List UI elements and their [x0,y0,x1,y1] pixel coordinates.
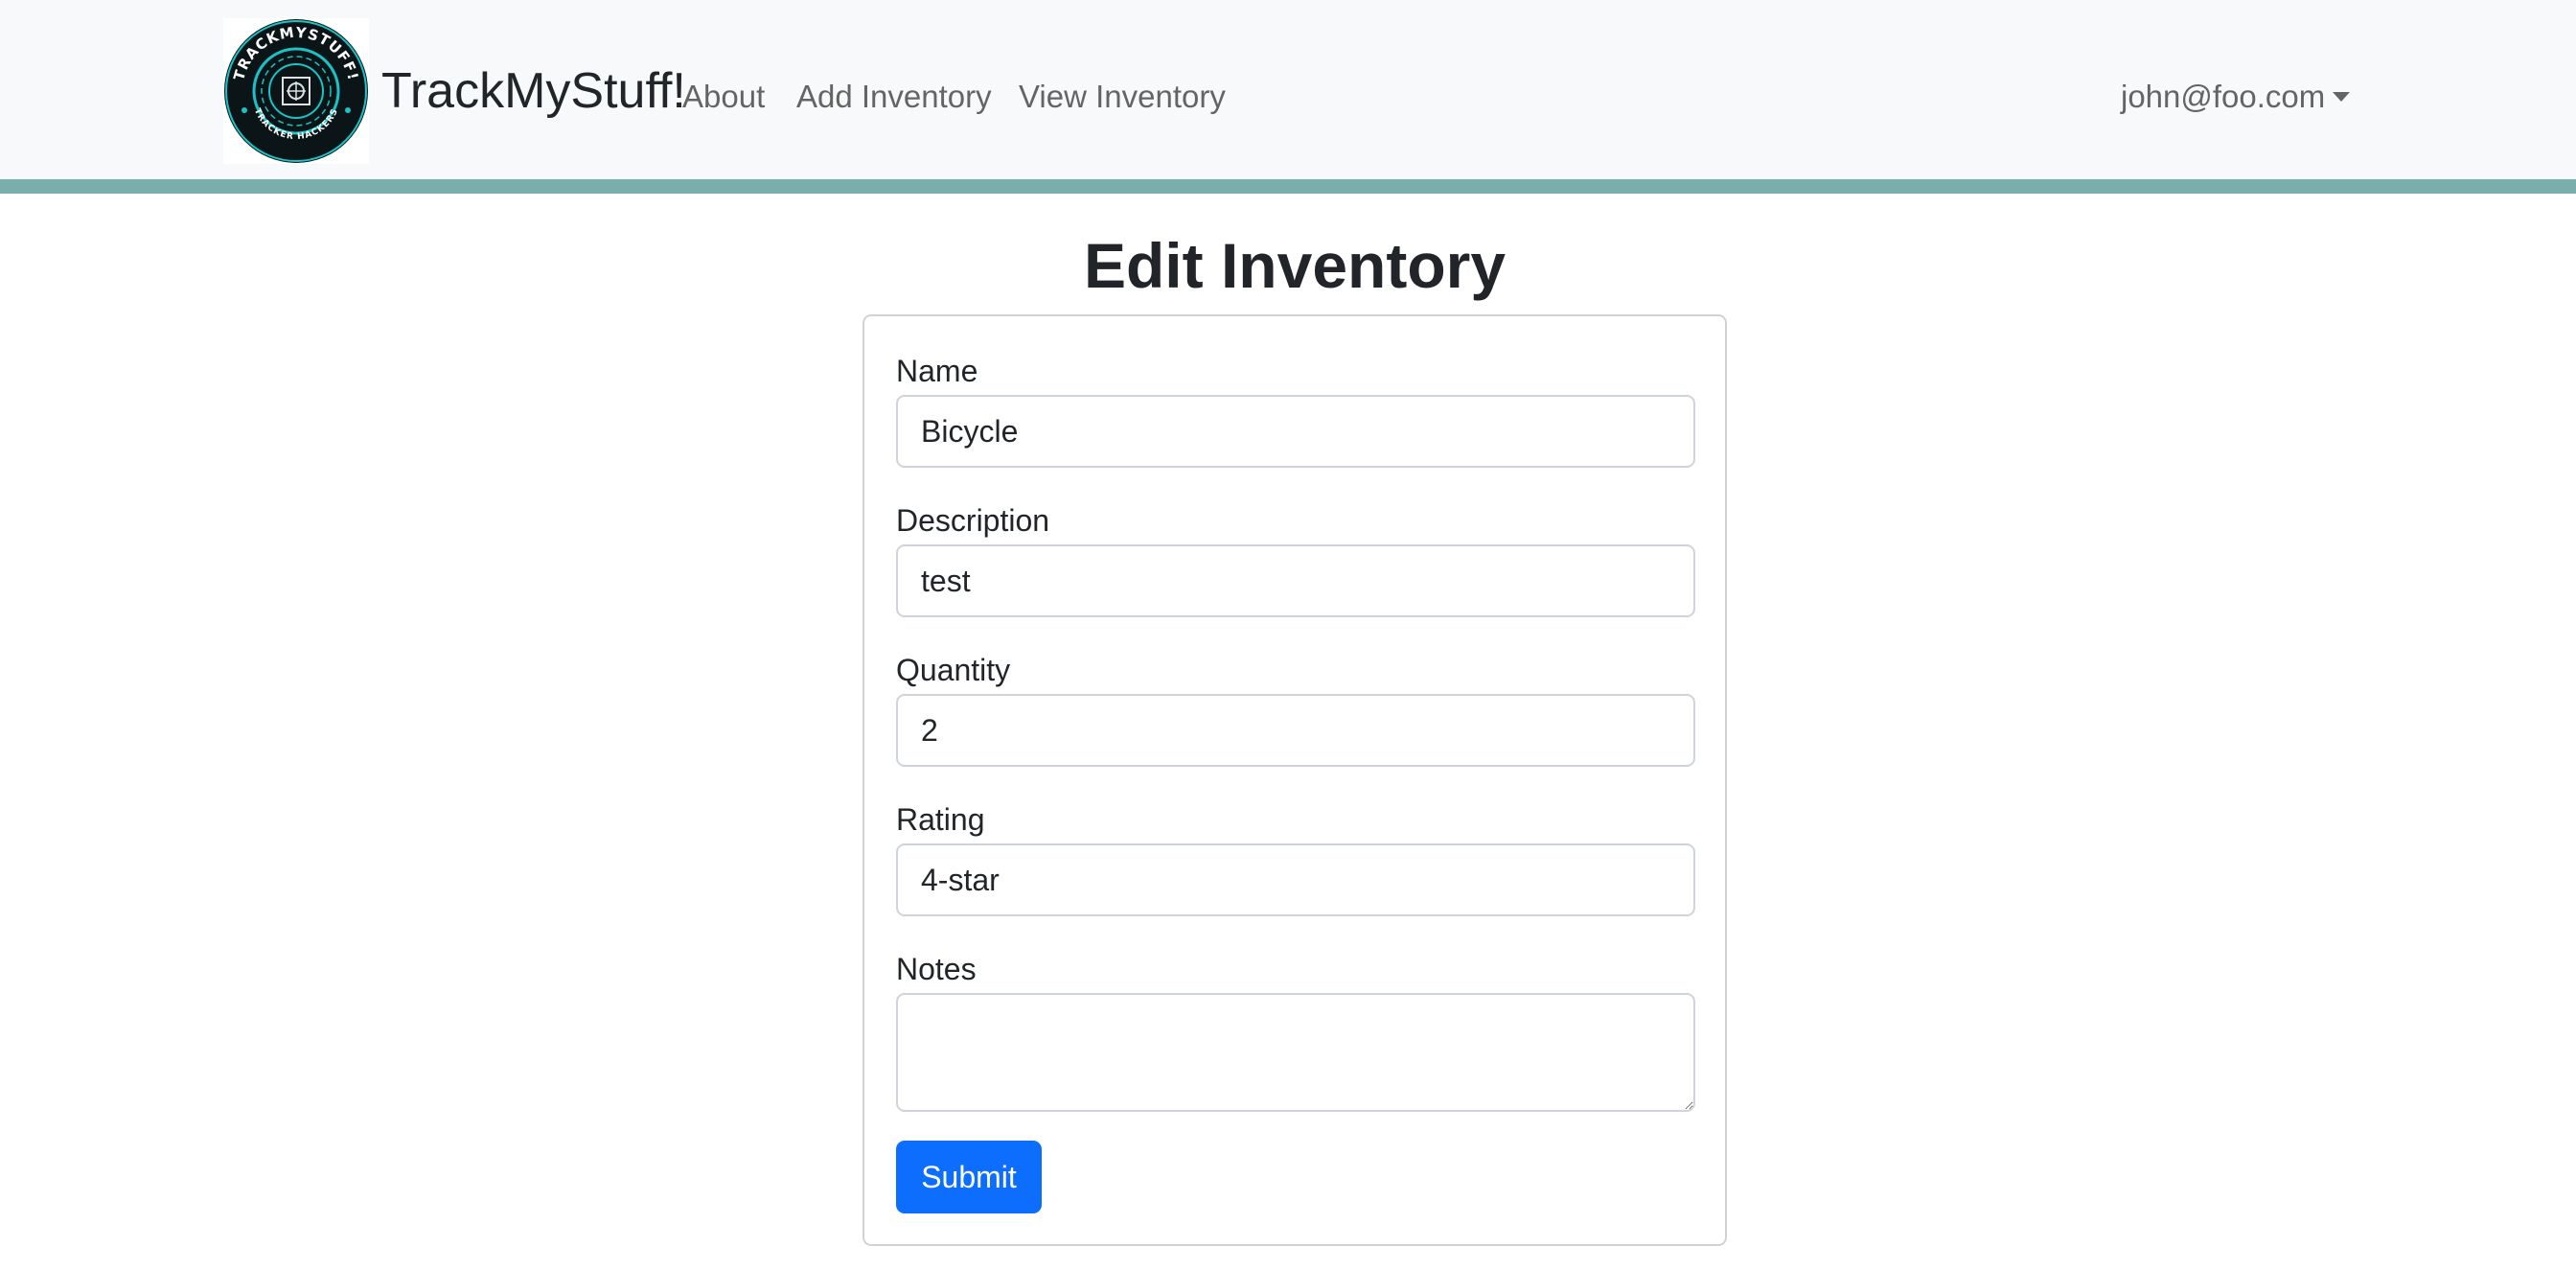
page-title: Edit Inventory [1083,230,1506,301]
name-label: Name [896,354,978,388]
caret-down-icon [2333,92,2351,102]
notes-textarea[interactable] [896,993,1695,1112]
quantity-label: Quantity [896,653,1011,687]
description-label: Description [896,503,1050,538]
edit-inventory-form: Name Description Quantity Rating Notes S… [862,314,1727,1246]
user-menu-dropdown[interactable]: john@foo.com [2121,71,2351,123]
nav-link-about[interactable]: About [682,71,765,123]
description-input[interactable] [896,544,1695,617]
navbar-accent-bar [0,179,2576,194]
navbar: TRACKMYSTUFF! TRACKER HACKERS TrackMyStu… [0,0,2576,179]
logo-badge-icon: TRACKMYSTUFF! TRACKER HACKERS [224,19,368,163]
nav-link-view-inventory[interactable]: View Inventory [1019,71,1226,123]
brand-name[interactable]: TrackMyStuff! [381,58,686,125]
brand-logo[interactable]: TRACKMYSTUFF! TRACKER HACKERS [223,18,369,164]
quantity-input[interactable] [896,694,1695,767]
nav-link-add-inventory[interactable]: Add Inventory [796,71,992,123]
user-email: john@foo.com [2121,79,2326,114]
submit-button[interactable]: Submit [896,1141,1042,1213]
rating-label: Rating [896,802,985,837]
name-input[interactable] [896,395,1695,468]
rating-input[interactable] [896,843,1695,916]
notes-label: Notes [896,952,977,986]
